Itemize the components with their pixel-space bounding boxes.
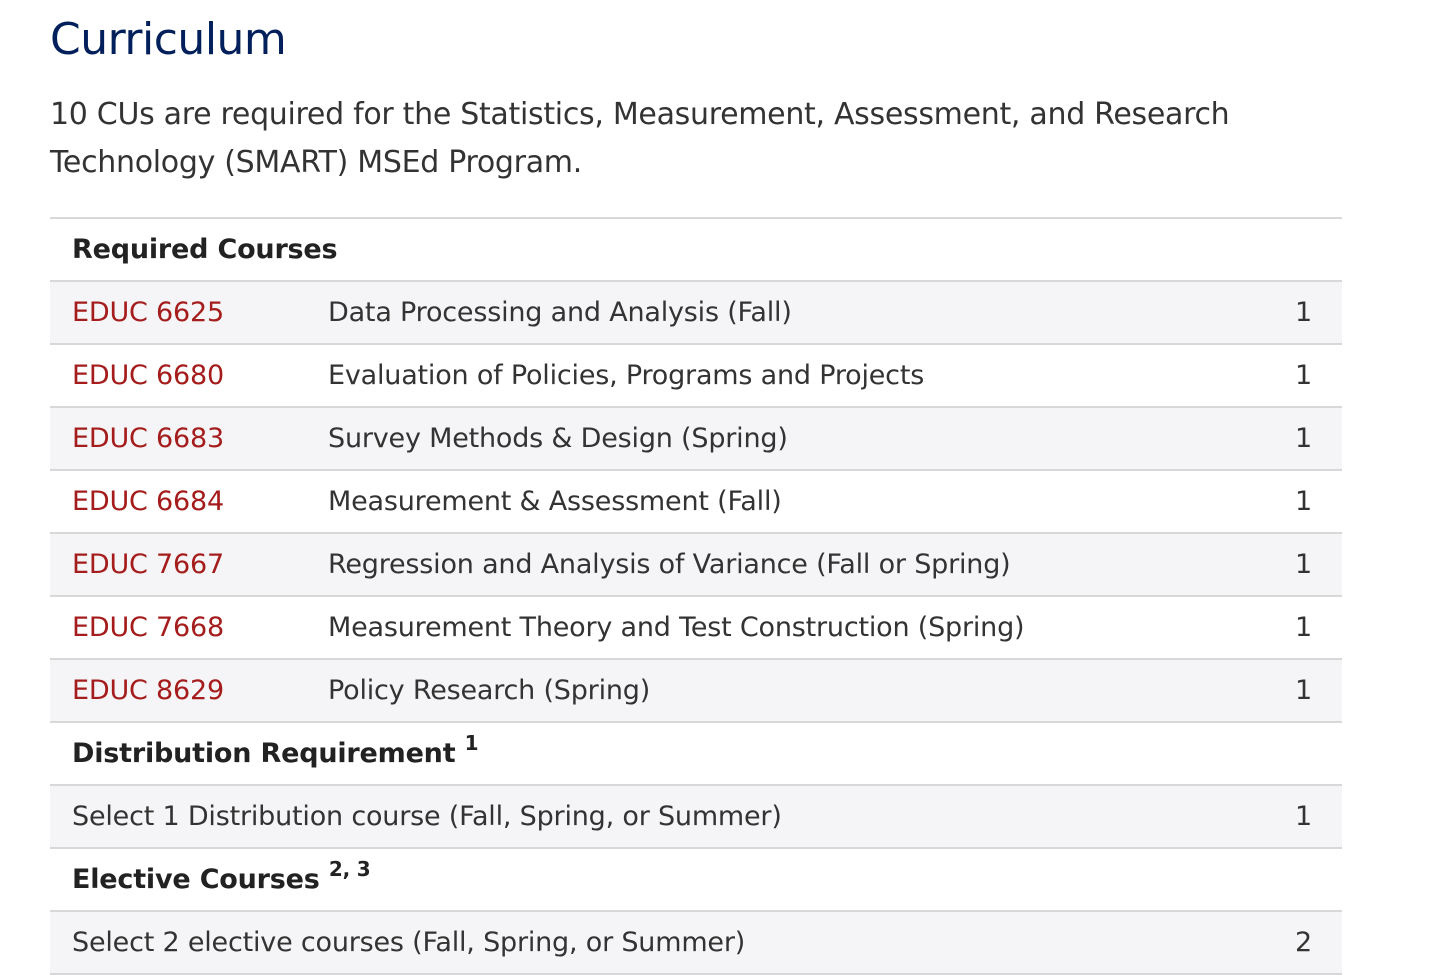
course-cu: 1: [1252, 596, 1342, 660]
course-cu: 1: [1252, 785, 1342, 849]
page-title: Curriculum: [50, 14, 287, 65]
table-row: Select 1 Distribution course (Fall, Spri…: [50, 785, 1342, 849]
section-label: Required Courses: [50, 218, 1342, 282]
section-label-cell: Elective Courses 2, 3: [50, 848, 1342, 912]
footnote-marker: 2, 3: [328, 856, 371, 881]
course-cu: 1: [1252, 344, 1342, 408]
section-label-cell: Distribution Requirement 1: [50, 722, 1342, 786]
course-link[interactable]: EDUC 7667: [72, 549, 224, 580]
table-row: EDUC 7668 Measurement Theory and Test Co…: [50, 596, 1342, 660]
table-row: EDUC 7667 Regression and Analysis of Var…: [50, 533, 1342, 597]
course-cu: 1: [1252, 533, 1342, 597]
course-code-cell: EDUC 6683: [50, 407, 306, 471]
course-code-cell: EDUC 6680: [50, 344, 306, 408]
intro-paragraph: 10 CUs are required for the Statistics, …: [50, 97, 1230, 180]
course-link[interactable]: EDUC 6684: [72, 486, 224, 517]
table-row: EDUC 6684 Measurement & Assessment (Fall…: [50, 470, 1342, 534]
table-row: Select 2 elective courses (Fall, Spring,…: [50, 911, 1342, 975]
table-row: EDUC 6625 Data Processing and Analysis (…: [50, 281, 1342, 345]
course-title: Evaluation of Policies, Programs and Pro…: [306, 344, 1252, 408]
course-title: Measurement Theory and Test Construction…: [306, 596, 1252, 660]
table-row: EDUC 6683 Survey Methods & Design (Sprin…: [50, 407, 1342, 471]
course-title: Policy Research (Spring): [306, 659, 1252, 723]
course-cu: 1: [1252, 281, 1342, 345]
course-code-cell: EDUC 6625: [50, 281, 306, 345]
course-link[interactable]: EDUC 6680: [72, 360, 224, 391]
course-cu: 2: [1252, 911, 1342, 975]
course-link[interactable]: EDUC 7668: [72, 612, 224, 643]
footnote-marker: 1: [464, 730, 479, 755]
section-header-elective: Elective Courses 2, 3: [50, 848, 1342, 912]
course-code-cell: EDUC 6684: [50, 470, 306, 534]
table-row: EDUC 8629 Policy Research (Spring) 1: [50, 659, 1342, 723]
course-code-cell: EDUC 8629: [50, 659, 306, 723]
course-cu: 1: [1252, 407, 1342, 471]
section-header-distribution: Distribution Requirement 1: [50, 722, 1342, 786]
course-code-cell: EDUC 7668: [50, 596, 306, 660]
course-code-cell: EDUC 7667: [50, 533, 306, 597]
course-link[interactable]: EDUC 6683: [72, 423, 224, 454]
table-row: EDUC 6680 Evaluation of Policies, Progra…: [50, 344, 1342, 408]
section-label: Elective Courses: [72, 863, 320, 895]
course-title: Data Processing and Analysis (Fall): [306, 281, 1252, 345]
section-label: Distribution Requirement: [72, 737, 456, 769]
course-title: Measurement & Assessment (Fall): [306, 470, 1252, 534]
course-title: Regression and Analysis of Variance (Fal…: [306, 533, 1252, 597]
course-link[interactable]: EDUC 6625: [72, 297, 224, 328]
course-link[interactable]: EDUC 8629: [72, 675, 224, 706]
select-instruction: Select 2 elective courses (Fall, Spring,…: [50, 911, 1252, 975]
curriculum-table: Required Courses EDUC 6625 Data Processi…: [50, 217, 1342, 975]
course-cu: 1: [1252, 659, 1342, 723]
section-header-required: Required Courses: [50, 218, 1342, 282]
select-instruction: Select 1 Distribution course (Fall, Spri…: [50, 785, 1252, 849]
course-title: Survey Methods & Design (Spring): [306, 407, 1252, 471]
course-cu: 1: [1252, 470, 1342, 534]
